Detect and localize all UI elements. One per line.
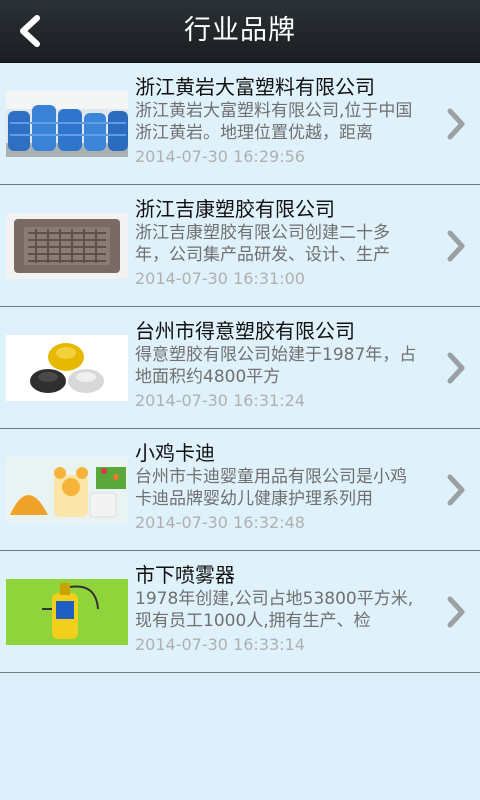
item-title: 小鸡卡迪 (135, 441, 215, 465)
item-title: 浙江吉康塑胶有限公司 (135, 197, 335, 221)
item-title: 市下喷雾器 (135, 563, 235, 587)
item-timestamp: 2014-07-30 16:33:14 (135, 635, 305, 654)
list-item[interactable]: 浙江黄岩大富塑料有限公司 浙江黄岩大富塑料有限公司,位于中国浙江黄岩。地理位置优… (0, 63, 480, 185)
page-title: 行业品牌 (184, 15, 296, 46)
item-timestamp: 2014-07-30 16:32:48 (135, 513, 305, 532)
item-title: 台州市得意塑胶有限公司 (135, 319, 355, 343)
item-thumbnail-grate (6, 213, 128, 279)
chevron-right-icon (447, 108, 465, 140)
item-description: 台州市卡迪婴童用品有限公司是小鸡卡迪品牌婴幼儿健康护理系列用 (135, 467, 407, 509)
item-thumbnail-baby-products (6, 457, 128, 523)
item-timestamp: 2014-07-30 16:31:24 (135, 391, 305, 410)
chevron-right-icon (447, 474, 465, 506)
chevron-right-icon (447, 596, 465, 628)
item-title: 浙江黄岩大富塑料有限公司 (135, 75, 375, 99)
item-timestamp: 2014-07-30 16:29:56 (135, 147, 305, 166)
item-thumbnail-sprayer (6, 579, 128, 645)
list-item[interactable]: 台州市得意塑胶有限公司 得意塑胶有限公司始建于1987年，占地面积约4800平方… (0, 307, 480, 429)
chevron-right-icon (447, 230, 465, 262)
item-description: 浙江黄岩大富塑料有限公司,位于中国浙江黄岩。地理位置优越，距离 (135, 101, 413, 143)
item-thumbnail-lids (6, 335, 128, 401)
item-description: 1978年创建,公司占地53800平方米,现有员工1000人,拥有生产、检 (135, 589, 414, 631)
item-timestamp: 2014-07-30 16:31:00 (135, 269, 305, 288)
item-description: 得意塑胶有限公司始建于1987年，占地面积约4800平方 (135, 345, 417, 387)
item-description: 浙江吉康塑胶有限公司创建二十多年，公司集产品研发、设计、生产 (135, 223, 390, 265)
title-bar: 行业品牌 (0, 0, 480, 63)
brand-list: 浙江黄岩大富塑料有限公司 浙江黄岩大富塑料有限公司,位于中国浙江黄岩。地理位置优… (0, 63, 480, 673)
item-thumbnail-water-tanks (6, 91, 128, 157)
list-item[interactable]: 市下喷雾器 1978年创建,公司占地53800平方米,现有员工1000人,拥有生… (0, 551, 480, 673)
list-item[interactable]: 小鸡卡迪 台州市卡迪婴童用品有限公司是小鸡卡迪品牌婴幼儿健康护理系列用 2014… (0, 429, 480, 551)
list-item[interactable]: 浙江吉康塑胶有限公司 浙江吉康塑胶有限公司创建二十多年，公司集产品研发、设计、生… (0, 185, 480, 307)
chevron-right-icon (447, 352, 465, 384)
